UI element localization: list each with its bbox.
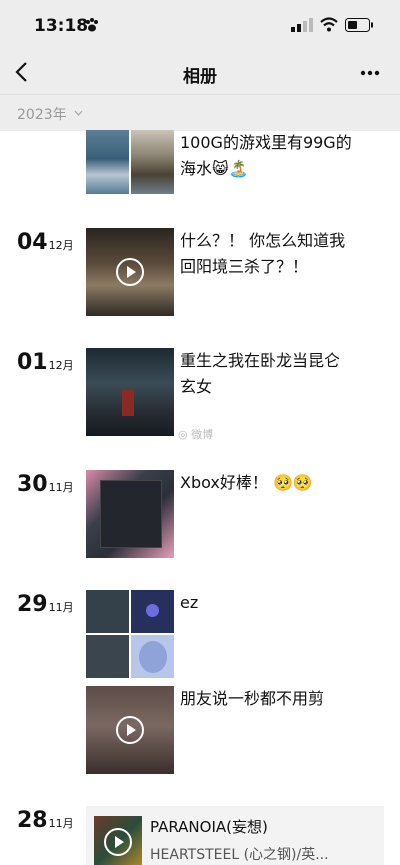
moments-list: 100G的游戏里有99G的 海水😸🏝️ 0412月 什么？！ 你怎么知道我 回阳… <box>0 130 400 865</box>
post-date: 2911月 <box>17 592 74 617</box>
photo-thumbnail[interactable] <box>86 348 174 436</box>
grid-photo[interactable] <box>131 635 174 678</box>
post-date: 0112月 <box>17 350 74 375</box>
caption-line: 玄女 <box>180 377 213 396</box>
caption-line: 100G的游戏里有99G的 <box>180 133 352 152</box>
battery-icon <box>345 18 373 32</box>
post-date: 2811月 <box>17 808 74 833</box>
video-thumbnail[interactable] <box>86 228 174 316</box>
figure-shape <box>122 390 134 416</box>
day: 30 <box>17 472 48 497</box>
month: 12月 <box>48 359 74 372</box>
caption-line: 海水😸🏝️ <box>180 159 249 178</box>
play-icon <box>104 828 132 856</box>
screenshot-panel <box>100 480 162 548</box>
grid-photo[interactable] <box>86 590 129 633</box>
chevron-down-icon <box>74 110 83 116</box>
month: 12月 <box>48 239 74 252</box>
caption-line: 重生之我在卧龙当昆仑 <box>180 351 341 370</box>
caption-line: Xbox好棒！ 🥺🥺 <box>180 473 313 492</box>
nav-bar: 相册 <box>0 50 400 94</box>
watermark: ◎ 微博 <box>178 428 214 441</box>
grid-photo[interactable] <box>131 590 174 633</box>
day: 01 <box>17 350 48 375</box>
music-title: PARANOIA(妄想) <box>150 818 268 836</box>
play-icon <box>116 716 144 744</box>
grid-photo[interactable] <box>86 635 129 678</box>
month: 11月 <box>48 817 74 830</box>
page-title: 相册 <box>183 67 217 87</box>
signal-icon <box>291 18 313 32</box>
photo-thumbnail[interactable] <box>86 130 174 194</box>
wifi-icon <box>320 17 338 32</box>
caption-line: 什么？！ 你怎么知道我 <box>180 231 346 250</box>
photo-grid[interactable] <box>86 590 174 678</box>
music-card[interactable]: PARANOIA(妄想) HEARTSTEEL (心之钢)/英... <box>86 806 384 865</box>
post-date: 0412月 <box>17 230 74 255</box>
photo-thumbnail[interactable] <box>86 470 174 558</box>
play-icon <box>116 258 144 286</box>
month: 11月 <box>48 601 74 614</box>
music-artist: HEARTSTEEL (心之钢)/英... <box>150 847 329 863</box>
caption-line: 回阳境三杀了？！ <box>180 257 309 276</box>
year-selector[interactable]: 2023年 <box>0 94 400 131</box>
caption-line: 朋友说一秒都不用剪 <box>180 689 325 708</box>
day: 04 <box>17 230 48 255</box>
month: 11月 <box>48 481 74 494</box>
video-thumbnail[interactable] <box>86 686 174 774</box>
year-label: 2023年 <box>17 107 67 123</box>
caption-line: ez <box>180 593 199 612</box>
day: 29 <box>17 592 48 617</box>
status-bar: 13:18 <box>0 0 400 50</box>
more-icon[interactable] <box>360 70 380 76</box>
paw-icon <box>86 18 98 32</box>
album-cover <box>94 816 142 865</box>
post-date: 3011月 <box>17 472 74 497</box>
status-time: 13:18 <box>34 16 89 36</box>
day: 28 <box>17 808 48 833</box>
